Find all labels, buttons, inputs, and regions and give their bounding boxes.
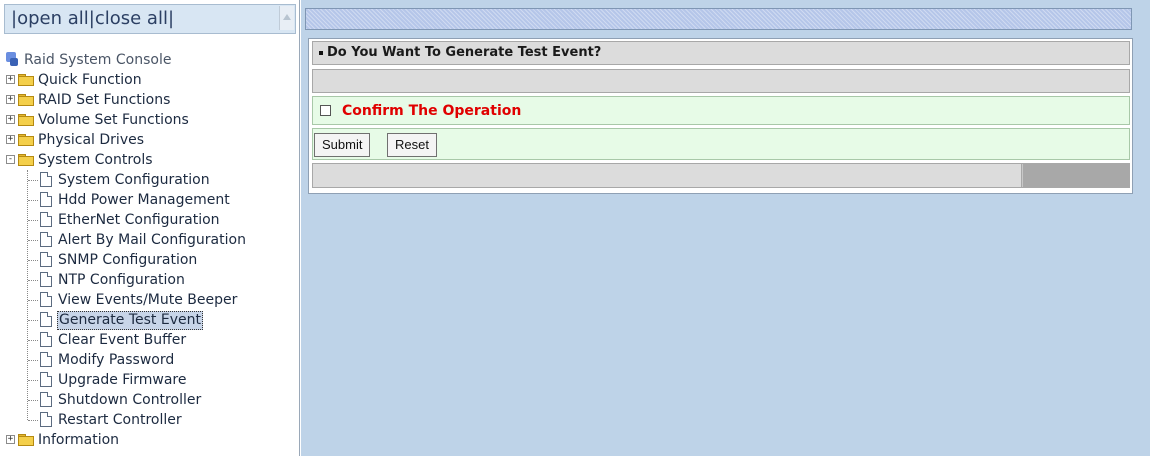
raid-console-icon [6, 52, 19, 66]
tree-folder-label: Quick Function [38, 72, 142, 88]
panel-title: Do You Want To Generate Test Event? [319, 45, 601, 60]
open-folder-icon [18, 154, 34, 166]
tree-root[interactable]: Raid System Console [4, 50, 300, 70]
open-close-bar: |open all|close all| [4, 4, 296, 34]
document-icon [40, 272, 52, 287]
tree-folder-raid-set-functions[interactable]: + RAID Set Functions [4, 90, 300, 110]
folder-icon [18, 134, 34, 146]
separator: | [167, 8, 175, 29]
tree-item-label: EtherNet Configuration [58, 212, 220, 228]
navigation-tree: Raid System Console + Quick Function + R… [4, 50, 300, 450]
navigation-frame: |open all|close all| Raid System Console… [0, 0, 300, 456]
tree-folder-label: Physical Drives [38, 132, 145, 148]
button-row: Submit Reset [312, 128, 1130, 160]
tree-folder-label: Volume Set Functions [38, 112, 189, 128]
close-all-link[interactable]: close all [95, 8, 168, 29]
tree-item[interactable]: System Configuration [4, 170, 300, 190]
document-icon [40, 172, 52, 187]
document-icon [40, 232, 52, 247]
tree-folder-information[interactable]: + Information [4, 430, 300, 450]
tree-item-label: Modify Password [58, 352, 175, 368]
folder-icon [18, 94, 34, 106]
reset-button[interactable]: Reset [387, 133, 437, 157]
top-banner [305, 8, 1132, 30]
document-icon [40, 192, 52, 207]
expand-icon[interactable]: + [6, 435, 15, 444]
footer-corner [1023, 164, 1129, 187]
tree-folder-label: Information [38, 432, 120, 448]
document-icon [40, 252, 52, 267]
open-all-link[interactable]: open all [17, 8, 89, 29]
folder-icon [18, 114, 34, 126]
tree-item[interactable]: EtherNet Configuration [4, 210, 300, 230]
expand-icon[interactable]: + [6, 75, 15, 84]
tree-item[interactable]: SNMP Configuration [4, 250, 300, 270]
document-icon [40, 412, 52, 427]
bullet-icon [319, 50, 323, 55]
scroll-up-arrow[interactable] [279, 6, 294, 30]
tree-item[interactable]: View Events/Mute Beeper [4, 290, 300, 310]
tree-item[interactable]: Hdd Power Management [4, 190, 300, 210]
tree-item[interactable]: Upgrade Firmware [4, 370, 300, 390]
tree-folder-physical-drives[interactable]: + Physical Drives [4, 130, 300, 150]
document-icon [40, 372, 52, 387]
tree-item-selected[interactable]: Generate Test Event [4, 310, 300, 330]
tree-folder-quick-function[interactable]: + Quick Function [4, 70, 300, 90]
tree-folder-system-controls[interactable]: - System Controls [4, 150, 300, 170]
tree-item-label: Clear Event Buffer [58, 332, 187, 348]
blank-row [312, 69, 1130, 93]
tree-item-label: Alert By Mail Configuration [58, 232, 246, 248]
panel-title-text: Do You Want To Generate Test Event? [327, 45, 602, 60]
tree-folder-label: System Controls [38, 152, 153, 168]
tree-item-label: System Configuration [58, 172, 210, 188]
tree-item[interactable]: Modify Password [4, 350, 300, 370]
tree-item-label: Generate Test Event [57, 311, 203, 330]
document-icon [40, 312, 52, 327]
tree-root-label: Raid System Console [24, 52, 172, 68]
tree-item[interactable]: Restart Controller [4, 410, 300, 430]
arrow-up-icon [283, 14, 291, 20]
folder-icon [18, 434, 34, 446]
tree-item-label: View Events/Mute Beeper [58, 292, 238, 308]
tree-item-label: NTP Configuration [58, 272, 185, 288]
tree-item-label: SNMP Configuration [58, 252, 198, 268]
expand-icon[interactable]: + [6, 95, 15, 104]
tree-item-label: Hdd Power Management [58, 192, 230, 208]
tree-item-label: Shutdown Controller [58, 392, 202, 408]
footer-bar [313, 164, 1022, 187]
document-icon [40, 332, 52, 347]
open-close-links: |open all|close all| [11, 8, 174, 29]
document-icon [40, 212, 52, 227]
tree-item-label: Restart Controller [58, 412, 182, 428]
tree-item[interactable]: Alert By Mail Configuration [4, 230, 300, 250]
confirm-row: Confirm The Operation [312, 96, 1130, 125]
panel-footer [312, 163, 1130, 188]
tree-item-label: Upgrade Firmware [58, 372, 187, 388]
document-icon [40, 352, 52, 367]
tree-folder-volume-set-functions[interactable]: + Volume Set Functions [4, 110, 300, 130]
system-controls-children: System Configuration Hdd Power Managemen… [4, 170, 300, 430]
content-frame: Do You Want To Generate Test Event? Conf… [301, 0, 1150, 456]
collapse-icon[interactable]: - [6, 155, 15, 164]
submit-button[interactable]: Submit [314, 133, 371, 157]
tree-item[interactable]: Clear Event Buffer [4, 330, 300, 350]
confirm-label: Confirm The Operation [342, 103, 522, 119]
tree-item[interactable]: Shutdown Controller [4, 390, 300, 410]
tree-item[interactable]: NTP Configuration [4, 270, 300, 290]
folder-icon [18, 74, 34, 86]
generate-test-event-panel: Do You Want To Generate Test Event? Conf… [308, 38, 1133, 194]
expand-icon[interactable]: + [6, 115, 15, 124]
document-icon [40, 392, 52, 407]
expand-icon[interactable]: + [6, 135, 15, 144]
confirm-checkbox[interactable] [320, 105, 331, 116]
panel-title-row: Do You Want To Generate Test Event? [312, 41, 1130, 65]
tree-folder-label: RAID Set Functions [38, 92, 171, 108]
document-icon [40, 292, 52, 307]
